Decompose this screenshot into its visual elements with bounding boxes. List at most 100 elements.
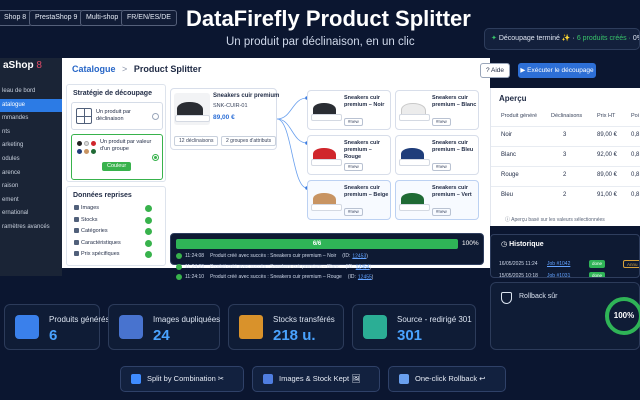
kept-item-label: Stocks [81, 216, 98, 223]
child-product-image [310, 95, 343, 123]
sidebar-item[interactable]: ernational [0, 207, 62, 220]
color-swatch-blanc [84, 141, 89, 146]
sidebar-item[interactable]: mmandes [0, 112, 62, 125]
progress-label: 6/6 [312, 241, 322, 247]
run-split-button[interactable]: ▶ Exécuter le découpage [518, 63, 596, 78]
child-product-card[interactable]: Sneakers cuir premium – Noir #new [307, 90, 391, 130]
check-icon [145, 239, 152, 247]
strategy-option1-radio[interactable] [152, 113, 159, 120]
kept-item-label: Prix spécifiques [81, 251, 120, 257]
breadcrumb-catalogue[interactable]: Catalogue [72, 64, 116, 74]
kept-data-panel: Données reprises Images Stocks Catégories C… [66, 186, 166, 266]
color-swatch-rouge [91, 141, 96, 146]
history-status-badge: done [589, 260, 606, 268]
shield-check-icon [501, 292, 512, 304]
sidebar-item[interactable]: arence [0, 167, 62, 180]
preview-cell: 0,8 [631, 172, 640, 178]
sidebar-item[interactable]: arketing [0, 139, 62, 152]
new-badge: #new [432, 163, 451, 171]
stat-value: 6 [49, 327, 58, 344]
child-product-image [310, 185, 343, 213]
strategy-option2-radio[interactable] [152, 154, 159, 161]
check-icon [145, 228, 152, 235]
strategy-option1-label: Un produit par déclinaison [96, 109, 131, 122]
sidebar-item[interactable]: odules [0, 153, 62, 166]
new-badge: #new [432, 208, 451, 216]
preview-row-divider [491, 166, 640, 167]
preview-title: Aperçu [499, 94, 527, 103]
preview-cell: 0,8 [631, 192, 640, 198]
progress-bar: 6/6 [176, 239, 458, 249]
redirect-arrow-icon [363, 315, 387, 339]
feature-pill: Split by Combination ✂ [120, 366, 244, 392]
child-product-card[interactable]: Sneakers cuir premium – Rouge #new [307, 135, 391, 175]
layers-icon [15, 315, 39, 339]
new-badge: #new [432, 118, 451, 126]
preview-cell: 0,8 [631, 152, 640, 158]
stat-card: Source - redirigé 301 301 [352, 304, 476, 350]
sidebar-item[interactable]: ramètres avancés [0, 221, 62, 234]
child-product-card[interactable]: Sneakers cuir premium – Vert #new [395, 180, 479, 220]
rollback-card: Rollback sûr 100% [490, 282, 640, 350]
group-tag-couleur[interactable]: Couleur [102, 162, 132, 171]
stat-card: Images dupliquées 24 [108, 304, 220, 350]
stat-label: Images dupliquées [153, 315, 221, 324]
strategy-title: Stratégie de découpage [73, 90, 152, 97]
kept-item-label: Catégories [81, 228, 108, 234]
kept-item-label: Caractéristiques [81, 239, 121, 246]
help-icon: ? [485, 67, 490, 74]
log-id-close: ) [371, 274, 374, 281]
sidebar-item[interactable]: nts [0, 126, 62, 139]
strategy-option-per-combination[interactable]: Un produit par déclinaison [71, 102, 163, 130]
log-time: 11:24:10 [185, 274, 205, 281]
tag-multishop: Multi-shop [80, 10, 125, 26]
breadcrumb-current: Product Splitter [133, 64, 202, 74]
log-id-label: (ID: [347, 274, 356, 281]
stat-value: 24 [153, 327, 170, 344]
history-job-link[interactable]: Job #1042 [547, 261, 570, 267]
log-product-id-link[interactable]: 12455 [358, 274, 372, 280]
child-product-card[interactable]: Sneakers cuir premium – Bleu #new [395, 135, 479, 175]
parent-product-sku: SNK-CUIR-01 [213, 103, 248, 109]
sidebar-item[interactable]: leau de bord [0, 85, 62, 98]
preview-row-divider [491, 186, 640, 187]
child-product-name: Sneakers cuir premium – Rouge [344, 140, 381, 160]
progress-percent: 100% [462, 240, 479, 247]
kept-item-icon [74, 228, 79, 233]
sidebar-item[interactable]: raison [0, 180, 62, 193]
rollback-ring: 100% [605, 297, 640, 335]
success-check-icon [176, 274, 182, 280]
image-icon [119, 315, 143, 339]
color-swatch-beige [84, 149, 89, 154]
split-icon [131, 374, 141, 385]
feature-label: Split by Combination ✂ [147, 374, 225, 383]
breadcrumb: Catalogue > Product Splitter [72, 64, 201, 74]
parent-product-image [174, 93, 210, 125]
kept-item-label: Images [81, 205, 100, 211]
preview-cell: Noir [501, 132, 513, 138]
history-cancel-button[interactable]: Annu [623, 260, 639, 268]
preview-cell: Rouge [501, 172, 519, 178]
new-badge: #new [344, 163, 363, 171]
preview-cell: 92,00 € [597, 152, 618, 158]
preview-cell: 3 [563, 152, 567, 158]
strategy-option-per-group-value[interactable]: Un produit par valeur d'un groupe Couleu… [71, 134, 163, 180]
preview-cell: 91,00 € [597, 192, 618, 198]
history-title: ◷ Historique [501, 241, 544, 248]
preview-row-divider [491, 146, 640, 147]
kept-item-icon [74, 239, 79, 245]
prestashop-logo: aShop 8 [3, 60, 42, 71]
strategy-option2-label: Un produit par valeur d'un groupe [100, 139, 152, 152]
preview-cell: 89,00 € [597, 132, 618, 138]
history-date: 15/05/2025 10:18 [499, 273, 538, 278]
sidebar-item[interactable]: ement [0, 194, 62, 207]
child-product-name: Sneakers cuir premium – Noir [344, 95, 385, 108]
sidebar-item[interactable]: atalogue [0, 98, 62, 112]
child-product-card[interactable]: Sneakers cuir premium – Beige #new [307, 180, 391, 220]
help-button[interactable]: ? Aide [480, 63, 510, 78]
log-text: Produit créé avec succès : Sneakers cuir… [210, 274, 342, 281]
child-product-card[interactable]: Sneakers cuir premium – Blanc #new [395, 90, 479, 130]
rollback-label: Rollback sûr [519, 293, 558, 300]
stat-label: Produits générés [49, 315, 110, 324]
history-job-link[interactable]: Job #1031 [547, 273, 570, 277]
